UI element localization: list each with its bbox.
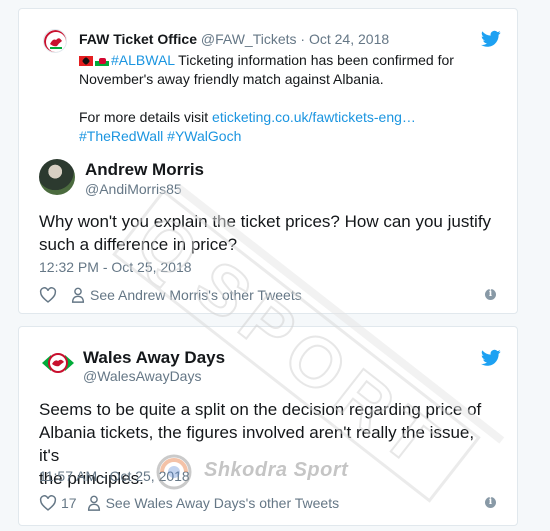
like-count: 17 bbox=[61, 495, 77, 511]
andrew-morris-avatar[interactable] bbox=[39, 159, 75, 195]
wales-away-days-logo-icon bbox=[42, 353, 74, 373]
info-icon[interactable]: i bbox=[485, 497, 496, 508]
reply-author-name[interactable]: Andrew Morris bbox=[85, 160, 204, 180]
twitter-bird-icon[interactable] bbox=[481, 349, 501, 367]
see-other-tweets-link[interactable]: See Wales Away Days's other Tweets bbox=[106, 495, 340, 511]
wales-flag-icon bbox=[95, 56, 109, 66]
author-handle[interactable]: @WalesAwayDays bbox=[83, 368, 201, 384]
details-prefix: For more details visit bbox=[79, 109, 213, 125]
quoted-tweet-header: FAW Ticket Office @FAW_Tickets · Oct 24,… bbox=[79, 31, 389, 47]
quoted-author-handle[interactable]: @FAW_Tickets bbox=[201, 31, 297, 47]
hashtag-albwal[interactable]: #ALBWAL bbox=[111, 52, 175, 68]
quoted-line-3: For more details visit eticketing.co.uk/… bbox=[79, 108, 499, 127]
see-other-tweets-link[interactable]: See Andrew Morris's other Tweets bbox=[90, 287, 302, 303]
tweet-timestamp[interactable]: 11:57 AM - Oct 25, 2018 bbox=[39, 468, 190, 484]
tweet-card-wales-away-days: Wales Away Days @WalesAwayDays Seems to … bbox=[18, 326, 518, 526]
tweet-actions: 17 See Wales Away Days's other Tweets bbox=[39, 493, 339, 513]
faw-crest-icon bbox=[44, 30, 66, 52]
like-heart-icon[interactable] bbox=[39, 495, 57, 511]
person-icon bbox=[87, 495, 100, 511]
reply-tweet-text: Why won't you explain the ticket prices?… bbox=[39, 210, 499, 256]
quoted-line-2: November's away friendly match against A… bbox=[79, 71, 384, 87]
reply-author-handle[interactable]: @AndiMorris85 bbox=[85, 181, 182, 197]
reply-text-line-2: such a difference in price? bbox=[39, 235, 238, 254]
info-icon[interactable]: i bbox=[485, 289, 496, 300]
tweet-text-line-2: Albania tickets, the figures involved ar… bbox=[39, 423, 475, 465]
quoted-line-1-text: Ticketing information has been confirmed… bbox=[174, 52, 454, 68]
eticketing-link[interactable]: eticketing.co.uk/fawtickets-eng… bbox=[212, 109, 416, 125]
tweet-card-reply: FAW Ticket Office @FAW_Tickets · Oct 24,… bbox=[18, 8, 518, 314]
faw-crest-avatar[interactable] bbox=[43, 29, 67, 53]
reply-actions: See Andrew Morris's other Tweets bbox=[39, 285, 302, 305]
reply-timestamp[interactable]: 12:32 PM - Oct 25, 2018 bbox=[39, 259, 192, 275]
quoted-tweet-body: #ALBWAL Ticketing information has been c… bbox=[79, 51, 499, 146]
author-name[interactable]: Wales Away Days bbox=[83, 348, 225, 368]
reply-text-line-1: Why won't you explain the ticket prices?… bbox=[39, 212, 492, 231]
like-heart-icon[interactable] bbox=[39, 287, 57, 303]
tweet-text-line-1: Seems to be quite a split on the decisio… bbox=[39, 400, 482, 419]
twitter-bird-icon[interactable] bbox=[481, 30, 501, 48]
albania-flag-icon bbox=[79, 56, 93, 66]
quoted-author-name[interactable]: FAW Ticket Office bbox=[79, 31, 197, 47]
hashtags-line[interactable]: #TheRedWall #YWalGoch bbox=[79, 127, 499, 146]
wales-away-days-avatar[interactable] bbox=[41, 349, 75, 377]
quoted-tweet-date[interactable]: · Oct 24, 2018 bbox=[300, 31, 389, 47]
quoted-line-1: #ALBWAL Ticketing information has been c… bbox=[79, 51, 499, 70]
person-icon bbox=[71, 287, 85, 303]
